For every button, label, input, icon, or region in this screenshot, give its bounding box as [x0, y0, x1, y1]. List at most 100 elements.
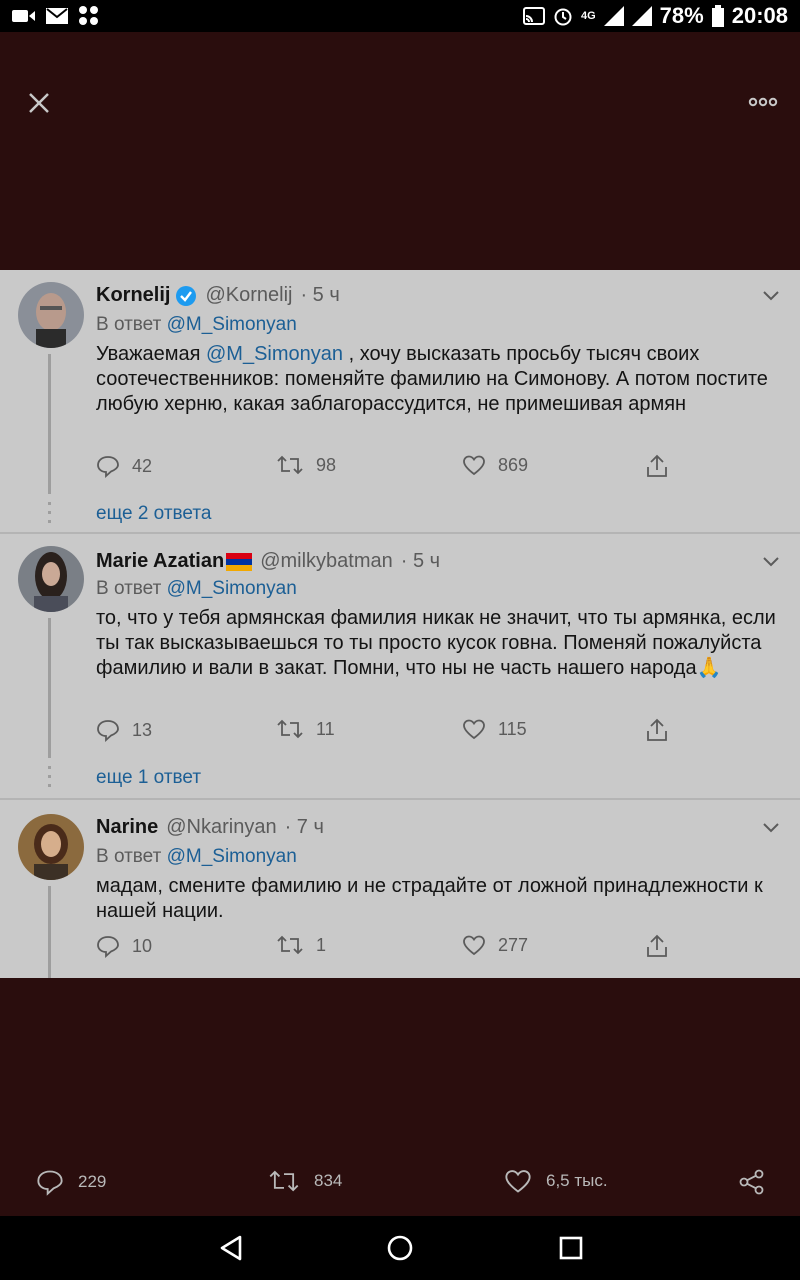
retweet-button[interactable]: 98 — [276, 454, 336, 476]
home-icon[interactable] — [386, 1234, 414, 1262]
like-button[interactable]: 869 — [462, 454, 528, 476]
reply-to-mention[interactable]: @M_Simonyan — [167, 314, 297, 335]
tweet-actions: 13 11 115 — [96, 718, 676, 746]
reply-context: В ответ @M_Simonyan — [96, 578, 297, 600]
thread-dots — [48, 502, 51, 529]
thread-line — [48, 354, 51, 494]
chevron-down-icon[interactable] — [762, 822, 780, 834]
avatar[interactable] — [18, 282, 84, 348]
timestamp[interactable]: · 5 ч — [401, 550, 440, 573]
text-prefix: Уважаемая — [96, 343, 206, 365]
tweet-header: Kornelij @Kornelij · 5 ч — [96, 284, 340, 307]
tweet-actions: 10 1 277 — [96, 934, 676, 962]
retweet-count: 1 — [316, 934, 327, 955]
battery-percent: 78% — [659, 3, 704, 28]
heart-icon — [463, 455, 485, 476]
reply-to-mention[interactable]: @M_Simonyan — [167, 846, 297, 867]
like-button[interactable]: 277 — [462, 934, 528, 956]
retweet-count: 11 — [316, 718, 335, 739]
chevron-down-icon[interactable] — [762, 290, 780, 302]
media-overlay-bottom — [0, 978, 800, 1216]
bottom-like-button[interactable]: 6,5 тыс. — [504, 1168, 608, 1194]
bottom-reply-button[interactable]: 229 — [36, 1168, 106, 1196]
show-more-replies-link[interactable]: еще 2 ответа — [96, 503, 211, 525]
more-horizontal-icon[interactable] — [748, 92, 778, 112]
thread-dots — [48, 766, 51, 793]
share-nodes-icon — [739, 1169, 764, 1195]
tweet-actions: 42 98 869 — [96, 454, 676, 482]
recents-icon[interactable] — [558, 1234, 584, 1262]
bottom-reply-count: 229 — [78, 1172, 107, 1191]
reply-count: 42 — [132, 455, 153, 476]
reply-context: В ответ @M_Simonyan — [96, 846, 297, 868]
share-button[interactable] — [646, 454, 668, 478]
handle[interactable]: @Nkarinyan — [166, 816, 276, 839]
cast-icon — [522, 7, 545, 25]
retweet-icon — [277, 719, 303, 739]
alarm-icon — [554, 8, 572, 26]
like-button[interactable]: 115 — [462, 718, 527, 740]
reply-icon — [97, 720, 119, 742]
display-name[interactable]: Marie Azatian — [96, 550, 224, 573]
retweet-icon — [269, 1170, 299, 1192]
share-icon — [647, 934, 667, 957]
bottom-share-button[interactable] — [738, 1168, 766, 1196]
avatar[interactable] — [18, 546, 84, 612]
text-mention[interactable]: @M_Simonyan — [206, 343, 343, 365]
share-icon — [647, 718, 667, 741]
retweet-icon — [277, 455, 303, 475]
system-nav-bar — [0, 1216, 800, 1280]
bottom-retweet-button[interactable]: 834 — [268, 1168, 342, 1194]
close-icon[interactable] — [24, 88, 54, 118]
timestamp[interactable]: · 7 ч — [285, 816, 324, 839]
heart-icon — [463, 935, 485, 956]
reply-count: 10 — [132, 935, 153, 956]
avatar[interactable] — [18, 814, 84, 880]
retweet-count: 98 — [316, 454, 337, 475]
emoji: 🙏 — [696, 657, 722, 679]
bottom-like-count: 6,5 тыс. — [546, 1171, 608, 1190]
back-icon[interactable] — [218, 1234, 244, 1262]
share-button[interactable] — [646, 934, 668, 958]
show-more-replies-link[interactable]: еще 1 ответ — [96, 767, 201, 789]
verified-badge-icon — [176, 285, 197, 306]
share-icon — [647, 454, 667, 477]
display-name[interactable]: Kornelij — [96, 284, 170, 307]
thread-line — [48, 886, 51, 978]
reply-tweet[interactable]: Narine @Nkarinyan · 7 ч В ответ @M_Simon… — [0, 800, 800, 978]
heart-icon — [463, 719, 485, 740]
reply-button[interactable]: 10 — [96, 934, 152, 958]
reply-icon — [37, 1170, 63, 1196]
reply-button[interactable]: 42 — [96, 454, 152, 478]
reply-prefix: В ответ — [96, 314, 162, 335]
tweet-text: то, что у тебя армянская фамилия никак н… — [96, 606, 786, 681]
tweet-header: Narine @Nkarinyan · 7 ч — [96, 816, 324, 839]
bottom-retweet-count: 834 — [314, 1171, 343, 1190]
mail-icon — [46, 8, 68, 24]
handle[interactable]: @milkybatman — [260, 550, 393, 573]
like-count: 115 — [498, 718, 527, 739]
reply-button[interactable]: 13 — [96, 718, 152, 742]
handle[interactable]: @Kornelij — [205, 284, 292, 307]
clock: 20:08 — [731, 3, 788, 28]
video-call-icon — [12, 10, 35, 22]
signal-icon — [603, 6, 624, 26]
replies-list: Kornelij @Kornelij · 5 ч В ответ @M_Simo… — [0, 270, 800, 978]
chevron-down-icon[interactable] — [762, 556, 780, 568]
reply-to-mention[interactable]: @M_Simonyan — [167, 578, 297, 599]
like-count: 869 — [498, 454, 529, 475]
retweet-button[interactable]: 11 — [276, 718, 335, 740]
like-count: 277 — [498, 934, 529, 955]
reply-count: 13 — [132, 719, 153, 740]
share-button[interactable] — [646, 718, 668, 742]
reply-tweet[interactable]: Kornelij @Kornelij · 5 ч В ответ @M_Simo… — [0, 270, 800, 532]
armenia-flag-icon — [226, 552, 253, 571]
signal-icon-2 — [631, 6, 652, 26]
retweet-button[interactable]: 1 — [276, 934, 326, 956]
status-bar: 4G 78% 20:08 — [0, 0, 800, 32]
display-name[interactable]: Narine — [96, 816, 158, 839]
thread-line — [48, 618, 51, 758]
tweet-text: мадам, смените фамилию и не страдайте от… — [96, 874, 786, 924]
reply-tweet[interactable]: Marie Azatian @milkybatman · 5 ч В ответ… — [0, 534, 800, 798]
timestamp[interactable]: · 5 ч — [300, 284, 339, 307]
